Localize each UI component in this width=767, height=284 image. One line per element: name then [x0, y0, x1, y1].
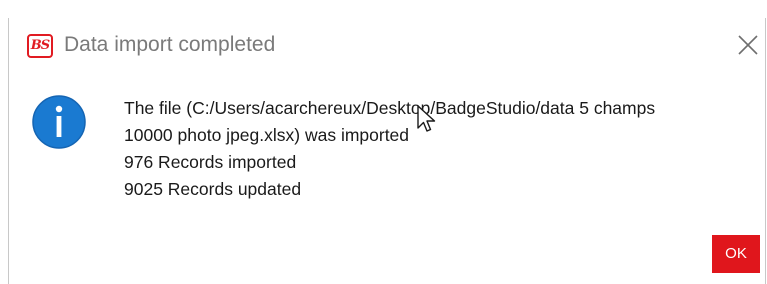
dialog-message: The file (C:/Users/acarchereux/Desktop/B… — [124, 95, 655, 203]
info-icon — [31, 94, 87, 150]
message-line: 10000 photo jpeg.xlsx) was imported — [124, 125, 410, 145]
badgestudio-logo-icon: BS — [27, 34, 53, 58]
import-complete-dialog: BS Data import completed The file (C:/Us… — [0, 0, 767, 284]
ok-button[interactable]: OK — [712, 235, 760, 273]
message-line: The file (C:/Users/acarchereux/Desktop/B… — [124, 98, 656, 118]
message-line: 9025 Records updated — [124, 179, 302, 199]
dialog-title: Data import completed — [64, 33, 276, 56]
close-button[interactable] — [733, 30, 763, 60]
message-line: 976 Records imported — [124, 152, 297, 172]
close-icon — [738, 35, 758, 55]
dialog-right-edge — [765, 18, 766, 284]
dialog-titlebar[interactable]: BS Data import completed — [9, 18, 765, 70]
